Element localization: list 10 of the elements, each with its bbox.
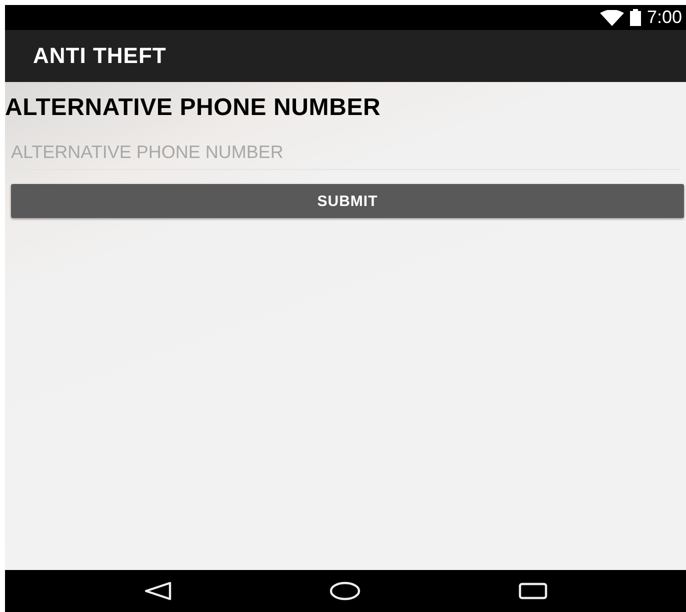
home-icon[interactable]	[328, 581, 360, 601]
app-title: ANTI THEFT	[33, 43, 166, 69]
submit-button[interactable]: SUBMIT	[11, 184, 684, 218]
wifi-icon	[600, 10, 624, 26]
form-heading: ALTERNATIVE PHONE NUMBER	[5, 94, 381, 122]
phone-input-field[interactable]: ALTERNATIVE PHONE NUMBER	[11, 140, 680, 170]
clock-time: 7:00	[646, 7, 682, 28]
recents-icon[interactable]	[518, 581, 548, 601]
back-icon[interactable]	[144, 581, 172, 601]
battery-icon	[630, 9, 641, 26]
